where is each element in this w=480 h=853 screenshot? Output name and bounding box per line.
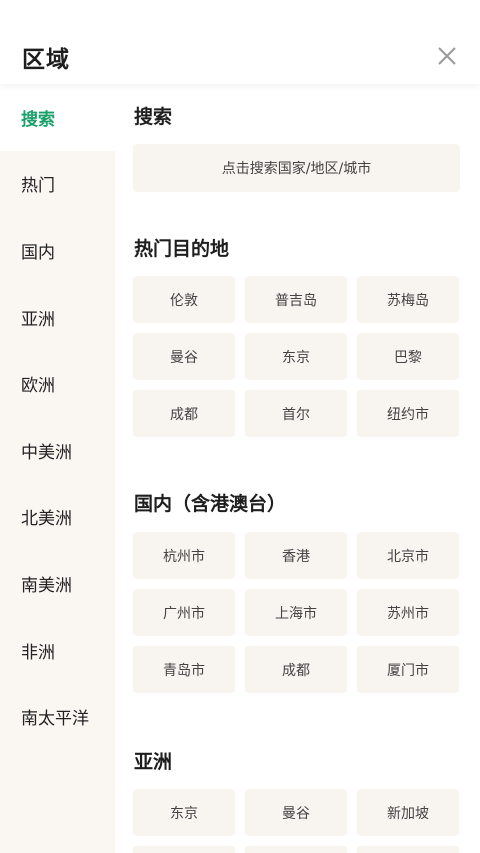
destination-chip[interactable]: 苏梅岛 bbox=[357, 276, 459, 323]
destination-chip[interactable]: 苏州市 bbox=[357, 589, 459, 636]
section-title-hot: 热门目的地 bbox=[134, 238, 230, 260]
section-title-domestic: 国内（含港澳台） bbox=[134, 493, 287, 515]
sidebar-item-hot[interactable]: 热门 bbox=[0, 151, 115, 218]
sidebar-item-label: 热门 bbox=[21, 176, 55, 197]
asia-grid: 东京 曼谷 新加坡 bbox=[133, 789, 463, 853]
close-icon bbox=[438, 47, 456, 65]
sidebar-item-africa[interactable]: 非洲 bbox=[0, 617, 115, 684]
main-content: 搜索 点击搜索国家/地区/城市 热门目的地 伦敦 普吉岛 苏梅岛 曼谷 东京 巴… bbox=[115, 84, 480, 853]
destination-chip[interactable]: 成都 bbox=[133, 390, 235, 437]
sidebar-item-south-america[interactable]: 南美洲 bbox=[0, 550, 115, 617]
destination-chip[interactable]: 东京 bbox=[245, 333, 347, 380]
destination-chip[interactable]: 首尔 bbox=[245, 390, 347, 437]
sidebar-item-europe[interactable]: 欧洲 bbox=[0, 350, 115, 417]
section-title-asia: 亚洲 bbox=[134, 751, 173, 773]
destination-chip[interactable] bbox=[357, 846, 459, 853]
destination-chip[interactable]: 新加坡 bbox=[357, 789, 459, 836]
sidebar-item-label: 南太平洋 bbox=[21, 709, 89, 730]
sidebar: 搜索 热门 国内 亚洲 欧洲 中美洲 北美洲 南美洲 非洲 南太平洋 bbox=[0, 84, 115, 853]
sidebar-item-domestic[interactable]: 国内 bbox=[0, 217, 115, 284]
search-input[interactable]: 点击搜索国家/地区/城市 bbox=[133, 144, 460, 192]
destination-chip[interactable]: 广州市 bbox=[133, 589, 235, 636]
header: 区域 bbox=[0, 0, 480, 84]
close-button[interactable] bbox=[434, 43, 460, 69]
sidebar-item-label: 南美洲 bbox=[21, 575, 72, 596]
destination-chip[interactable]: 曼谷 bbox=[133, 333, 235, 380]
destination-chip[interactable]: 青岛市 bbox=[133, 646, 235, 693]
destination-chip[interactable]: 普吉岛 bbox=[245, 276, 347, 323]
sidebar-item-label: 国内 bbox=[21, 242, 55, 263]
sidebar-item-central-america[interactable]: 中美洲 bbox=[0, 417, 115, 484]
destination-chip[interactable]: 上海市 bbox=[245, 589, 347, 636]
destination-chip[interactable]: 伦敦 bbox=[133, 276, 235, 323]
section-title-search: 搜索 bbox=[134, 106, 173, 128]
sidebar-item-north-america[interactable]: 北美洲 bbox=[0, 484, 115, 551]
destination-chip[interactable]: 东京 bbox=[133, 789, 235, 836]
sidebar-item-label: 中美洲 bbox=[21, 442, 72, 463]
destination-chip[interactable]: 纽约市 bbox=[357, 390, 459, 437]
sidebar-item-south-pacific[interactable]: 南太平洋 bbox=[0, 683, 115, 750]
destination-chip[interactable]: 曼谷 bbox=[245, 789, 347, 836]
destination-chip[interactable]: 成都 bbox=[245, 646, 347, 693]
sidebar-item-label: 北美洲 bbox=[21, 509, 72, 530]
page-title: 区域 bbox=[22, 47, 70, 73]
sidebar-item-label: 亚洲 bbox=[21, 309, 55, 330]
destination-chip[interactable]: 香港 bbox=[245, 532, 347, 579]
sidebar-item-asia[interactable]: 亚洲 bbox=[0, 284, 115, 351]
destination-chip[interactable]: 北京市 bbox=[357, 532, 459, 579]
destination-chip[interactable]: 杭州市 bbox=[133, 532, 235, 579]
hot-destinations-grid: 伦敦 普吉岛 苏梅岛 曼谷 东京 巴黎 成都 首尔 纽约市 bbox=[133, 276, 463, 437]
sidebar-item-search[interactable]: 搜索 bbox=[0, 84, 115, 151]
sidebar-item-label: 非洲 bbox=[21, 642, 55, 663]
destination-chip[interactable]: 厦门市 bbox=[357, 646, 459, 693]
destination-chip[interactable]: 巴黎 bbox=[357, 333, 459, 380]
domestic-grid: 杭州市 香港 北京市 广州市 上海市 苏州市 青岛市 成都 厦门市 bbox=[133, 532, 463, 693]
destination-chip[interactable] bbox=[133, 846, 235, 853]
destination-chip[interactable] bbox=[245, 846, 347, 853]
sidebar-item-label: 搜索 bbox=[21, 109, 55, 130]
sidebar-item-label: 欧洲 bbox=[21, 376, 55, 397]
